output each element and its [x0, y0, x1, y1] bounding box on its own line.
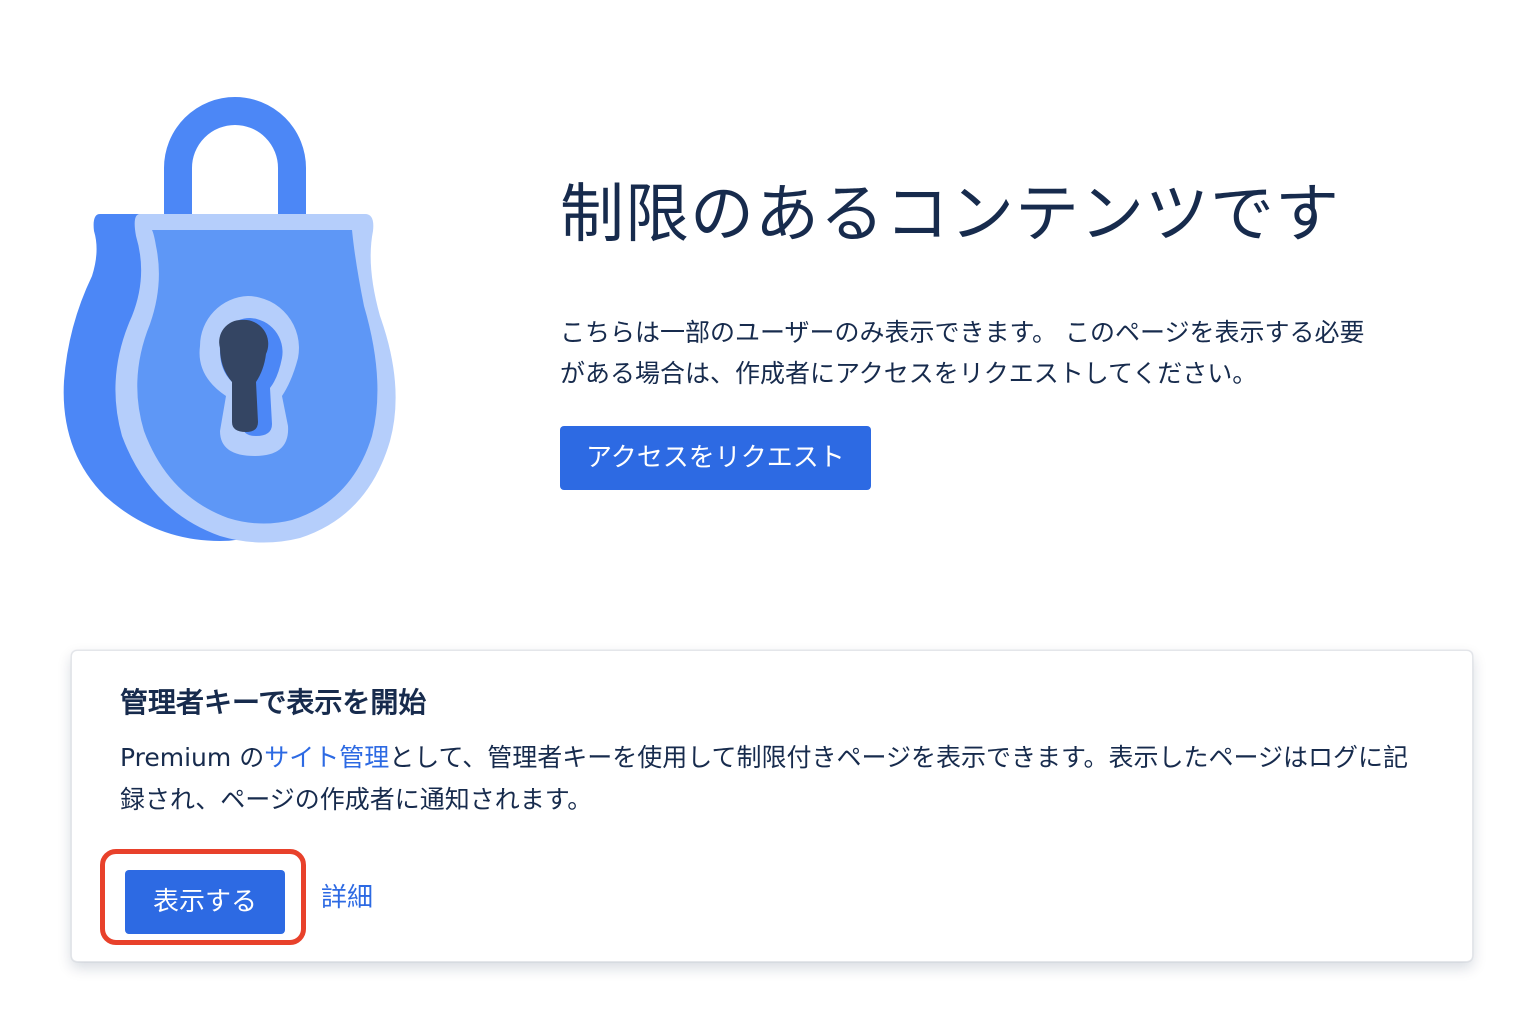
- restricted-hero: 制限のあるコンテンツです こちらは一部のユーザーのみ表示できます。 このページを…: [560, 170, 1420, 490]
- view-button-highlight: 表示する: [100, 849, 306, 945]
- page-title: 制限のあるコンテンツです: [560, 178, 1340, 252]
- restricted-description: こちらは一部のユーザーのみ表示できます。 このページを表示する必要がある場合は、…: [560, 318, 1365, 388]
- details-link[interactable]: 詳細: [321, 877, 373, 914]
- admin-card-desc-prefix: Premium の: [120, 743, 265, 772]
- view-button[interactable]: 表示する: [125, 870, 285, 934]
- admin-card-title: 管理者キーで表示を開始: [120, 686, 427, 719]
- site-admin-link[interactable]: サイト管理: [264, 743, 389, 772]
- request-access-button[interactable]: アクセスをリクエスト: [560, 426, 871, 490]
- restricted-content-page: 制限のあるコンテンツです こちらは一部のユーザーのみ表示できます。 このページを…: [0, 0, 1520, 1016]
- padlock-icon: [60, 96, 405, 546]
- admin-card-description: Premium のサイト管理として、管理者キーを使用して制限付きページを表示でき…: [120, 737, 1430, 821]
- admin-key-card: 管理者キーで表示を開始 Premium のサイト管理として、管理者キーを使用して…: [71, 650, 1473, 962]
